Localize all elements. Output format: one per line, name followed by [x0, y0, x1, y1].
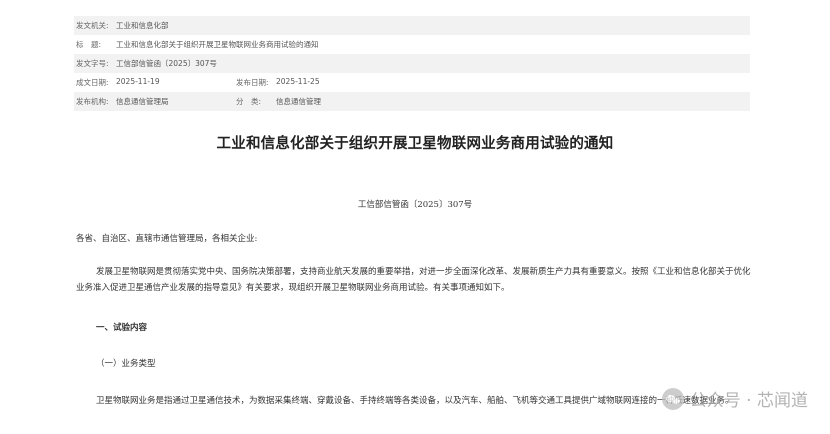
created-label: 成文日期: [76, 78, 109, 87]
published-date-cell: 发布日期: 2025-11-25 [234, 77, 320, 88]
org-label: 发布机构: [76, 97, 109, 106]
published-value: 2025-11-25 [276, 77, 320, 86]
document-meta-table: 发文机关: 工业和信息化部 标 题: 工业和信息化部关于组织开展卫星物联网业务商… [74, 16, 750, 111]
org-value: 信息通信管理局 [116, 97, 169, 106]
category-label: 分 类: [236, 97, 262, 106]
subsection-heading-1: （一）业务类型 [96, 359, 156, 369]
watermark: 公众号 · 芯闻道 [661, 386, 808, 411]
published-label: 发布日期: [236, 78, 269, 87]
body-paragraph-1: 发展卫星物联网是贯彻落实党中央、国务院决策部署，支持商业航天发展的重要举措，对进… [76, 267, 751, 293]
subject-value: 工业和信息化部关于组织开展卫星物联网业务商用试验的通知 [116, 40, 319, 49]
meta-row-docno: 发文字号: 工信部信管函〔2025〕307号 [74, 54, 750, 73]
section-heading-1: 一、试验内容 [96, 323, 148, 333]
docno-label: 发文字号: [76, 59, 109, 68]
issuer-value: 工业和信息化部 [116, 21, 169, 30]
addressee: 各省、自治区、直辖市通信管理局，各相关企业: [76, 234, 258, 244]
issuer-label: 发文机关: [76, 21, 109, 30]
docno-value: 工信部信管函〔2025〕307号 [116, 59, 217, 68]
watermark-text: 公众号 · 芯闻道 [689, 391, 808, 411]
subject-label: 标 题: [76, 40, 102, 49]
body-paragraph-2: 卫星物联网业务是指通过卫星通信技术，为数据采集终端、穿戴设备、手持终端等各类设备… [96, 396, 734, 406]
document-number: 工信部信管函〔2025〕307号 [357, 200, 473, 210]
category-cell: 分 类: 信息通信管理 [234, 96, 321, 107]
org-cell: 发布机构: 信息通信管理局 [74, 96, 234, 107]
meta-row-subject: 标 题: 工业和信息化部关于组织开展卫星物联网业务商用试验的通知 [74, 35, 750, 54]
category-value: 信息通信管理 [276, 97, 321, 106]
created-value: 2025-11-19 [116, 77, 160, 86]
created-date-cell: 成文日期: 2025-11-19 [74, 77, 234, 88]
meta-row-issuer: 发文机关: 工业和信息化部 [74, 16, 750, 35]
meta-row-dates: 成文日期: 2025-11-19 发布日期: 2025-11-25 [74, 73, 750, 92]
wechat-icon [661, 387, 684, 410]
document-title: 工业和信息化部关于组织开展卫星物联网业务商用试验的通知 [216, 136, 614, 152]
meta-row-org: 发布机构: 信息通信管理局 分 类: 信息通信管理 [74, 92, 750, 111]
